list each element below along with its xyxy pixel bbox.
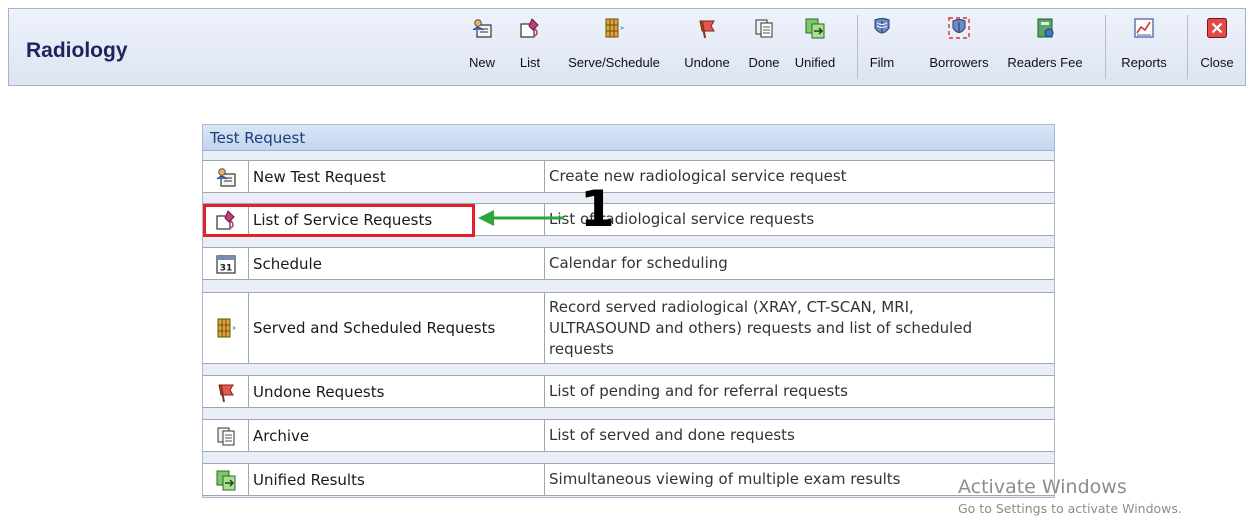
flag-icon <box>699 20 715 39</box>
toolbar-separator <box>1105 15 1106 79</box>
unified-icon <box>805 18 825 39</box>
toolbar-borrowers-button[interactable]: Borrowers <box>922 17 996 77</box>
menu-row-list-of-service-requests[interactable]: List of Service Requests List of radiolo… <box>203 203 1054 236</box>
menu-row-schedule[interactable]: 31 Schedule Calendar for scheduling <box>203 247 1054 280</box>
menu-row-new-test-request[interactable]: New Test Request Create new radiological… <box>203 160 1054 193</box>
row-icon-cell: 31 <box>203 248 249 279</box>
toolbar-close-label: Close <box>1200 55 1234 70</box>
serve-schedule-icon <box>217 318 236 338</box>
toolbar-separator <box>1187 15 1188 79</box>
menu-row-undone-requests[interactable]: Undone Requests List of pending and for … <box>203 375 1054 408</box>
reports-chart-icon <box>1134 18 1154 38</box>
list-icon <box>520 18 539 38</box>
row-icon-cell <box>203 293 249 363</box>
toolbar-borrowers-label: Borrowers <box>929 55 989 70</box>
app-title: Radiology <box>26 39 128 62</box>
toolbar-separator <box>857 15 858 79</box>
toolbar-list-button[interactable]: List <box>515 17 545 77</box>
row-link-undone-requests[interactable]: Undone Requests <box>249 376 545 407</box>
toolbar-done-label: Done <box>748 55 780 70</box>
panel-header: Test Request <box>203 125 1054 151</box>
row-link-list-of-service-requests[interactable]: List of Service Requests <box>249 204 545 235</box>
row-link-unified-results[interactable]: Unified Results <box>249 464 545 495</box>
row-description: List of radiological service requests <box>549 210 815 228</box>
toolbar-new-button[interactable]: New <box>465 17 499 77</box>
list-icon <box>215 209 235 230</box>
toolbar-film-label: Film <box>869 55 895 70</box>
row-icon-cell <box>203 464 249 495</box>
new-request-icon <box>472 19 492 38</box>
unified-icon <box>216 470 235 490</box>
watermark-line2: Go to Settings to activate Windows. <box>958 501 1182 516</box>
activate-windows-watermark: Activate Windows Go to Settings to activ… <box>958 476 1182 516</box>
close-icon <box>1207 18 1227 38</box>
menu-row-unified-results[interactable]: Unified Results Simultaneous viewing of … <box>203 463 1054 496</box>
watermark-line1: Activate Windows <box>958 476 1127 498</box>
row-description: Calendar for scheduling <box>549 254 728 272</box>
row-description: Record served radiological (XRAY, CT-SCA… <box>549 297 973 358</box>
done-documents-icon <box>217 427 234 445</box>
toolbar-undone-button[interactable]: Undone <box>679 17 735 77</box>
toolbar-film-button[interactable]: Film <box>865 17 899 77</box>
serve-schedule-icon <box>605 18 624 38</box>
row-link-archive[interactable]: Archive <box>249 420 545 451</box>
toolbar-reports-label: Reports <box>1121 55 1167 70</box>
toolbar-serve-schedule-label: Serve/Schedule <box>568 55 660 70</box>
row-link-served-and-scheduled-requests[interactable]: Served and Scheduled Requests <box>249 293 545 363</box>
toolbar-readers-fee-button[interactable]: Readers Fee <box>999 17 1091 77</box>
top-toolbar: Radiology New List Serve/Schedule Undone… <box>8 8 1246 86</box>
row-icon-cell <box>203 204 249 235</box>
new-request-icon <box>216 167 236 187</box>
row-description: List of pending and for referral request… <box>549 382 848 400</box>
borrowers-icon <box>948 17 970 39</box>
toolbar-done-button[interactable]: Done <box>743 17 785 77</box>
toolbar-unified-button[interactable]: Unified <box>789 17 841 77</box>
test-request-panel: Test Request New Test Request Create new… <box>202 124 1055 498</box>
svg-text:31: 31 <box>219 263 232 273</box>
toolbar-close-button[interactable]: Close <box>1197 17 1237 77</box>
row-icon-cell <box>203 376 249 407</box>
toolbar-serve-schedule-button[interactable]: Serve/Schedule <box>558 17 670 77</box>
row-icon-cell <box>203 161 249 192</box>
row-link-schedule[interactable]: Schedule <box>249 248 545 279</box>
film-icon <box>874 18 890 34</box>
toolbar-readers-fee-label: Readers Fee <box>1007 55 1083 70</box>
row-icon-cell <box>203 420 249 451</box>
readers-fee-icon <box>1037 18 1054 38</box>
calendar-icon: 31 <box>215 254 236 274</box>
row-link-new-test-request[interactable]: New Test Request <box>249 161 545 192</box>
toolbar-undone-label: Undone <box>684 55 730 70</box>
row-description: List of served and done requests <box>549 426 795 444</box>
menu-row-archive[interactable]: Archive List of served and done requests <box>203 419 1054 452</box>
flag-icon <box>217 384 234 402</box>
done-documents-icon <box>755 19 773 38</box>
panel-title: Test Request <box>210 129 306 147</box>
toolbar-list-label: List <box>519 55 541 70</box>
row-description: Create new radiological service request <box>549 167 847 185</box>
toolbar-unified-label: Unified <box>794 55 836 70</box>
toolbar-new-label: New <box>468 55 495 70</box>
toolbar-reports-button[interactable]: Reports <box>1114 17 1174 77</box>
menu-row-served-and-scheduled-requests[interactable]: Served and Scheduled Requests Record ser… <box>203 292 1054 364</box>
